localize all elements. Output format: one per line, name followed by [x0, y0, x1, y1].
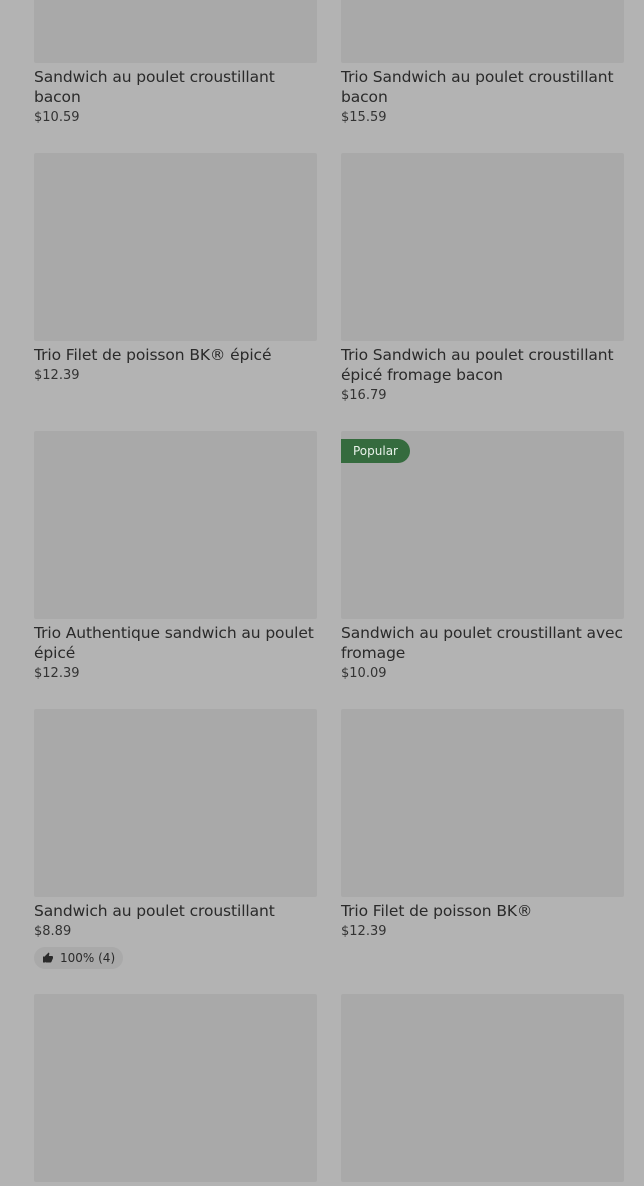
menu-item-price: $12.39 [34, 666, 80, 681]
menu-item-title[interactable]: Trio Sandwich au poulet croustillant épi… [341, 345, 624, 385]
menu-item-card[interactable]: Trio Filet de poisson BK® $12.39 [341, 709, 624, 941]
menu-item-price: $12.39 [34, 368, 80, 383]
menu-item-image[interactable] [34, 431, 317, 619]
menu-item-title[interactable]: Trio Authentique sandwich au poulet épic… [34, 623, 317, 663]
menu-item-price: $15.59 [341, 110, 387, 125]
menu-item-image[interactable] [34, 994, 317, 1182]
thumbs-up-icon [42, 952, 54, 964]
menu-item-image[interactable] [34, 153, 317, 341]
menu-item-price: $10.59 [34, 110, 80, 125]
menu-item-card[interactable]: Trio Filet de poisson BK® épicé $12.39 [34, 153, 317, 385]
popular-badge: Popular [341, 439, 410, 463]
menu-item-title[interactable]: Trio Filet de poisson BK® [341, 901, 624, 921]
menu-item-card[interactable]: Sandwich au poulet croustillant bacon $1… [34, 0, 317, 127]
rating-text: 100% (4) [60, 951, 116, 965]
menu-item-title[interactable]: Trio Filet de poisson BK® épicé [34, 345, 317, 365]
menu-item-title[interactable]: Sandwich au poulet croustillant bacon [34, 67, 317, 107]
rating-badge: 100% (4) [34, 947, 124, 969]
menu-item-image[interactable] [341, 709, 624, 897]
menu-item-price: $16.79 [341, 388, 387, 403]
menu-item-card[interactable] [34, 994, 317, 1186]
menu-item-card[interactable]: Sandwich au poulet croustillant $8.89 10… [34, 709, 317, 969]
menu-item-card[interactable]: Trio Sandwich au poulet croustillant épi… [341, 153, 624, 405]
menu-item-title[interactable]: Sandwich au poulet croustillant avec fro… [341, 623, 624, 663]
menu-item-price: $12.39 [341, 924, 387, 939]
menu-item-price: $8.89 [34, 924, 72, 939]
menu-item-image[interactable] [34, 709, 317, 897]
menu-item-card[interactable]: Trio Sandwich au poulet croustillant bac… [341, 0, 624, 127]
menu-item-card[interactable]: Popular Sandwich au poulet croustillant … [341, 431, 624, 683]
menu-item-title[interactable]: Sandwich au poulet croustillant [34, 901, 317, 921]
menu-item-image[interactable] [341, 153, 624, 341]
menu-item-price: $10.09 [341, 666, 387, 681]
menu-item-card[interactable]: Trio Authentique sandwich au poulet épic… [34, 431, 317, 683]
menu-item-image[interactable]: Popular [341, 431, 624, 619]
menu-item-image[interactable] [341, 994, 624, 1182]
menu-item-title[interactable]: Trio Sandwich au poulet croustillant bac… [341, 67, 624, 107]
menu-item-card[interactable] [341, 994, 624, 1186]
menu-item-image[interactable] [34, 0, 317, 63]
menu-item-image[interactable] [341, 0, 624, 63]
